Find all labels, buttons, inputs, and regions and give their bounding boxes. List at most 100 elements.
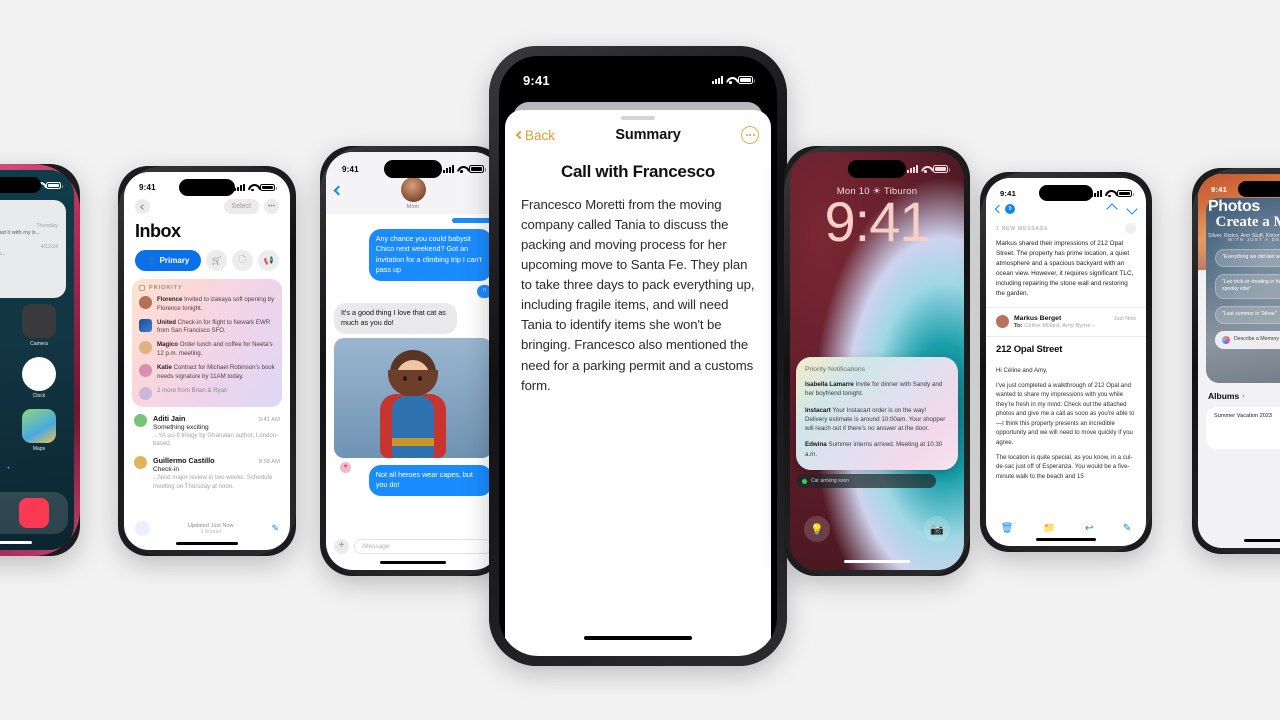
priority-item[interactable]: Magico Order lunch and coffee for Neeta'… bbox=[139, 341, 275, 359]
table-row[interactable]: Guillermo Castillo 8:58 AM Check-in ...N… bbox=[124, 449, 290, 491]
compose-icon[interactable]: ✎ bbox=[1123, 523, 1131, 534]
more-button[interactable]: ••• bbox=[264, 199, 279, 214]
avatar bbox=[139, 341, 152, 355]
page-dots[interactable]: • • bbox=[0, 466, 74, 472]
home-indicator[interactable] bbox=[176, 542, 238, 545]
create-memory-card[interactable]: Create a Memory WITH JUST A DESCRIPTION … bbox=[1206, 198, 1280, 383]
priority-item[interactable]: Florence Invited to izakaya soft opening… bbox=[139, 296, 275, 314]
sender-row[interactable]: Markus Berget Just Now To: Céline Millar… bbox=[986, 308, 1146, 337]
back-button[interactable]: 9 bbox=[994, 204, 1015, 214]
trash-icon[interactable]: 🗑 bbox=[1001, 523, 1014, 534]
message-nav-arrows bbox=[1106, 203, 1138, 215]
message-image-genmoji[interactable] bbox=[334, 337, 492, 458]
home-indicator[interactable] bbox=[584, 635, 692, 640]
priority-text: Florence Invited to izakaya soft opening… bbox=[157, 296, 275, 314]
summary-body: Francesco Moretti from the moving compan… bbox=[521, 197, 755, 393]
page-title: Photos bbox=[1208, 198, 1260, 215]
heart-reaction[interactable]: ♥ bbox=[340, 461, 351, 473]
notification-item[interactable]: Isabella Lamarre Invite for dinner with … bbox=[805, 380, 949, 399]
memory-suggestion[interactable]: "Leo trick-or-treating in his costume wi… bbox=[1215, 273, 1280, 300]
priority-card[interactable]: PRIORITY Florence Invited to izakaya sof… bbox=[132, 279, 282, 407]
priority-more[interactable]: 2 more from Brian & Ryan bbox=[139, 386, 275, 400]
filter-button[interactable] bbox=[135, 521, 150, 536]
music-icon[interactable] bbox=[18, 498, 49, 528]
flashlight-icon[interactable]: 💡 bbox=[804, 516, 830, 542]
hair-back-shape bbox=[388, 369, 438, 396]
belt-shape bbox=[392, 437, 434, 446]
folder-icon[interactable]: 📁 bbox=[1043, 523, 1055, 534]
app-icon-camera[interactable]: Camera bbox=[12, 304, 66, 347]
notification-item[interactable]: Edwina Summer interns arrived. Meeting a… bbox=[805, 440, 949, 459]
priority-notifications-card[interactable]: Priority Notifications Isabella Lamarre … bbox=[796, 357, 958, 471]
dynamic-island bbox=[592, 68, 684, 95]
avatar bbox=[139, 318, 152, 332]
avatar bbox=[134, 413, 147, 427]
message-bubble-outgoing[interactable]: Any chance you could babysit Chico next … bbox=[368, 229, 492, 281]
sent-time: Just Now bbox=[1113, 315, 1136, 322]
back-button[interactable] bbox=[135, 199, 150, 214]
messages-screen: 9:41 Mom Any chance you could babysit Ch… bbox=[326, 152, 500, 570]
chevron-up-icon[interactable] bbox=[1106, 203, 1118, 215]
message-bubble-incoming[interactable]: It's a good thing I love that cat as muc… bbox=[334, 302, 458, 334]
album-title: Summer Vacation 2023 bbox=[1214, 413, 1273, 419]
tab-primary[interactable]: 👤 Primary bbox=[135, 250, 201, 271]
photos-screen: 9:41 Photos Silver, Bistro, Ann Stuff, K… bbox=[1198, 174, 1280, 548]
chevron-left-icon bbox=[139, 203, 146, 210]
message-composer: + iMessage bbox=[326, 539, 500, 554]
mail-sender: Guillermo Castillo bbox=[153, 455, 215, 465]
battery-icon bbox=[738, 76, 755, 84]
message-bubble-outgoing[interactable]: Not all heroes wear capes, but you do! bbox=[368, 464, 492, 496]
summary-sheet: Back Summary Call with Francesco Frances… bbox=[505, 110, 771, 656]
home-indicator[interactable] bbox=[0, 541, 32, 544]
phone-call-summary: 9:41 Back Summary Call with Francesco Fr… bbox=[489, 46, 787, 666]
home-indicator[interactable] bbox=[844, 560, 910, 563]
back-icon[interactable] bbox=[333, 185, 344, 196]
home-indicator[interactable] bbox=[1244, 539, 1280, 542]
notifications-title: Priority Notifications bbox=[805, 366, 866, 373]
mail-time: 9:41 AM bbox=[258, 416, 280, 423]
table-row[interactable]: Aditi Jain 9:41 AM Something exciting ..… bbox=[124, 407, 290, 449]
inbox-footer: Updated Just Now 3 Unread ✎ bbox=[124, 521, 290, 536]
album-card[interactable]: Summer Vacation 2023 bbox=[1206, 407, 1280, 449]
avatar bbox=[134, 455, 147, 469]
add-attachment-icon[interactable]: + bbox=[334, 539, 349, 554]
live-activity[interactable]: Car arriving soon bbox=[796, 474, 936, 488]
notification-item[interactable]: Instacart Your Instacart order is on the… bbox=[805, 406, 949, 434]
notes-widget[interactable]: from Ivana Thursday he book Good al read… bbox=[0, 200, 66, 298]
app-icon-clock[interactable]: Clock bbox=[12, 356, 66, 399]
memory-suggestion[interactable]: "Last summer in Tahoe" bbox=[1215, 306, 1280, 324]
status-dot-icon bbox=[802, 478, 807, 484]
priority-more-label: 2 more from Brian & Ryan bbox=[157, 386, 228, 394]
priority-item[interactable]: Katie Contract for Michael Robinson's bo… bbox=[139, 363, 275, 382]
mail-inbox-screen: 9:41 Select ••• Inbox 👤 Primary 🛒 🗋 📢 PR… bbox=[124, 172, 290, 550]
dynamic-island bbox=[0, 177, 42, 193]
tab-promotions[interactable]: 📢 bbox=[258, 250, 279, 271]
more-dots-icon[interactable] bbox=[741, 126, 759, 144]
priority-item[interactable]: United Check-in for flight to Newark EWR… bbox=[139, 318, 275, 337]
section-header-albums[interactable]: Albums › bbox=[1198, 383, 1280, 401]
avatar bbox=[139, 363, 152, 377]
back-button[interactable]: Back bbox=[515, 128, 555, 143]
message-input[interactable]: iMessage bbox=[354, 539, 492, 554]
phone-mail-inbox: 9:41 Select ••• Inbox 👤 Primary 🛒 🗋 📢 PR… bbox=[118, 166, 296, 556]
describe-memory-button[interactable]: Describe a Memory bbox=[1215, 330, 1280, 349]
dynamic-island bbox=[179, 179, 235, 196]
chevron-down-icon[interactable] bbox=[1126, 203, 1138, 215]
tab-transactions[interactable]: 🛒 bbox=[206, 250, 227, 271]
compose-icon[interactable]: ✎ bbox=[271, 523, 279, 534]
sender-name: Markus Berget bbox=[1014, 314, 1062, 322]
app-icon-maps[interactable]: Maps bbox=[12, 409, 66, 452]
camera-icon[interactable]: 📷 bbox=[924, 516, 950, 542]
mail-sender: Aditi Jain bbox=[153, 413, 186, 423]
select-button[interactable]: Select bbox=[223, 199, 259, 214]
reply-icon[interactable]: ↩ bbox=[1085, 523, 1093, 534]
tab-updates[interactable]: 🗋 bbox=[232, 250, 253, 271]
message-list[interactable]: Any chance you could babysit Chico next … bbox=[326, 214, 500, 540]
more-dots-icon[interactable] bbox=[1125, 223, 1136, 234]
home-indicator[interactable] bbox=[380, 561, 446, 564]
memory-suggestion[interactable]: "Everything we did last weekend" bbox=[1215, 248, 1280, 267]
home-indicator[interactable] bbox=[1036, 538, 1096, 541]
chevron-right-icon: › bbox=[1242, 392, 1245, 400]
contact-avatar[interactable] bbox=[400, 177, 426, 202]
recipients-row[interactable]: To: Céline Millard, Amy Byrne › bbox=[1014, 323, 1136, 329]
